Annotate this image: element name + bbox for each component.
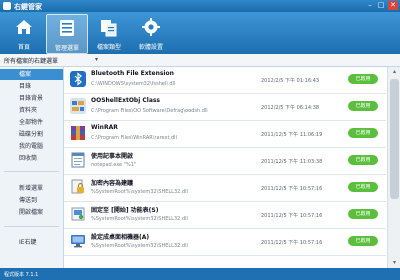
enabled-toggle[interactable]: 已啟用 <box>348 155 378 165</box>
sidebar-item-send-to[interactable]: 傳送到 <box>0 195 63 206</box>
toolbar-settings-button[interactable]: 軟體設置 <box>131 14 171 52</box>
sidebar-item-open-with[interactable]: 開啟檔案 <box>0 207 63 218</box>
toolbar-menu-manage-button[interactable]: 管理選單 <box>46 14 88 54</box>
menu-item-name: Bluetooth File Extension <box>91 70 174 77</box>
main-toolbar: 首頁 管理選單 檔案類型 軟體設置 <box>0 12 400 54</box>
defrag-icon <box>70 98 86 114</box>
sidebar-item-drive[interactable]: 磁碟分割 <box>0 129 63 140</box>
winrar-icon <box>71 126 85 140</box>
menu-item-name: OOShellExtObj Class <box>91 97 161 104</box>
list-item[interactable]: WinRAR C:\Program Files\WinRAR\rarext.dl… <box>64 121 386 148</box>
menu-item-path: C:\Program Files\OO Software\Defrag\oods… <box>91 108 208 114</box>
menu-item-path: %SystemRoot%\system32\SHELL32.dll <box>91 189 188 195</box>
notepad-icon <box>71 152 85 168</box>
list-item[interactable]: 使用記事本開啟 notepad.exe "%1" 2011/12/5 下午 11… <box>64 148 386 175</box>
bluetooth-icon <box>70 71 86 87</box>
app-icon <box>3 2 11 10</box>
menu-item-name: 設定成桌面相機器(A) <box>91 234 150 241</box>
list-item[interactable]: Bluetooth File Extension C:\WINDOWS\syst… <box>64 67 386 94</box>
menu-scope-label: 所有檔案的右鍵選單 <box>4 58 59 65</box>
sidebar-item-folder[interactable]: 目錄 <box>0 81 63 92</box>
toolbar-menu-manage-label: 管理選單 <box>54 45 79 52</box>
menu-scope-dropdown[interactable]: 所有檔案的右鍵選單 ▾ <box>0 54 400 67</box>
version-text: 程式版本 7.1.1 <box>4 272 39 278</box>
list-item[interactable]: 加密內容為建議 %SystemRoot%\system32\SHELL32.dl… <box>64 175 386 202</box>
list-item[interactable]: 固定至 [開始] 功能表(S) %SystemRoot%\system32\SH… <box>64 202 386 229</box>
chevron-down-icon: ▾ <box>95 56 99 63</box>
category-sidebar: 檔案 目錄 目錄背景 資料夾 全部物件 磁碟分割 我的電腦 回收筒 新增選單 傳… <box>0 67 64 268</box>
close-button[interactable]: ✕ <box>388 1 398 10</box>
sidebar-divider <box>4 171 59 172</box>
scrollbar-thumb[interactable] <box>390 79 399 199</box>
enabled-toggle[interactable]: 已啟用 <box>348 101 378 111</box>
minimize-button[interactable]: – <box>365 1 375 10</box>
sidebar-item-folder-background[interactable]: 目錄背景 <box>0 93 63 104</box>
pin-start-icon <box>71 207 85 221</box>
desktop-icon <box>71 235 85 248</box>
status-bar: 程式版本 7.1.1 <box>0 268 400 280</box>
maximize-button[interactable]: □ <box>376 1 386 10</box>
menu-item-date: 2011/12/5 下午 11:03:38 <box>261 159 323 165</box>
toolbar-home-button[interactable]: 首頁 <box>4 14 44 52</box>
menu-item-date: 2011/12/5 下午 10:57:16 <box>261 240 323 246</box>
sidebar-item-all-objects[interactable]: 全部物件 <box>0 117 63 128</box>
list-item[interactable]: 設定成桌面相機器(A) %SystemRoot%\system32\SHELL3… <box>64 229 386 256</box>
window-title: 右鍵管家 <box>14 3 42 11</box>
enabled-toggle[interactable]: 已啟用 <box>348 236 378 246</box>
menu-list-icon <box>60 20 74 36</box>
menu-item-path: notepad.exe "%1" <box>91 162 137 168</box>
menu-item-name: 固定至 [開始] 功能表(S) <box>91 207 159 214</box>
menu-item-path: %SystemRoot%\system32\SHELL32.dll <box>91 216 188 222</box>
toolbar-home-label: 首頁 <box>17 44 30 51</box>
toolbar-file-type-button[interactable]: 檔案類型 <box>89 14 129 52</box>
sidebar-item-recycle-bin[interactable]: 回收筒 <box>0 153 63 164</box>
scroll-up-arrow[interactable]: ▴ <box>388 67 400 77</box>
toolbar-settings-label: 軟體設置 <box>138 44 163 51</box>
list-scrollbar[interactable]: ▴ ▾ <box>387 67 400 268</box>
enabled-toggle[interactable]: 已啟用 <box>348 74 378 84</box>
list-item[interactable]: OOShellExtObj Class C:\Program Files\OO … <box>64 94 386 121</box>
encrypt-icon <box>71 179 84 194</box>
enabled-toggle[interactable]: 已啟用 <box>348 182 378 192</box>
sidebar-item-new-menu[interactable]: 新增選單 <box>0 183 63 194</box>
sidebar-item-my-computer[interactable]: 我的電腦 <box>0 141 63 152</box>
home-icon <box>16 20 32 34</box>
file-type-icon <box>101 20 117 37</box>
menu-item-date: 2011/12/5 下午 10:57:16 <box>261 186 323 192</box>
menu-item-date: 2011/12/5 下午 11:06:19 <box>261 132 323 138</box>
sidebar-divider <box>4 226 59 227</box>
menu-item-date: 2011/12/5 下午 10:57:16 <box>261 213 323 219</box>
toolbar-file-type-label: 檔案類型 <box>96 44 121 51</box>
title-bar: 右鍵管家 – □ ✕ <box>0 0 400 12</box>
enabled-toggle[interactable]: 已啟用 <box>348 209 378 219</box>
menu-item-date: 2012/2/5 下午 06:14:38 <box>261 105 320 111</box>
menu-item-path: C:\WINDOWS\system32\fsshell.dll <box>91 81 176 87</box>
gear-icon <box>142 18 160 36</box>
sidebar-item-directory[interactable]: 資料夾 <box>0 105 63 116</box>
menu-item-name: 使用記事本開啟 <box>91 153 134 160</box>
scroll-down-arrow[interactable]: ▾ <box>388 258 400 268</box>
menu-item-date: 2012/2/5 下午 01:16:43 <box>261 78 320 84</box>
menu-item-name: WinRAR <box>91 124 118 131</box>
menu-item-path: C:\Program Files\WinRAR\rarext.dll <box>91 135 177 141</box>
menu-item-path: %SystemRoot%\system32\SHELL32.dll <box>91 243 188 249</box>
context-menu-list: Bluetooth File Extension C:\WINDOWS\syst… <box>64 67 400 268</box>
menu-item-name: 加密內容為建議 <box>91 180 134 187</box>
sidebar-item-file[interactable]: 檔案 <box>0 69 63 80</box>
sidebar-item-ie-context[interactable]: IE右鍵 <box>0 237 63 248</box>
enabled-toggle[interactable]: 已啟用 <box>348 128 378 138</box>
